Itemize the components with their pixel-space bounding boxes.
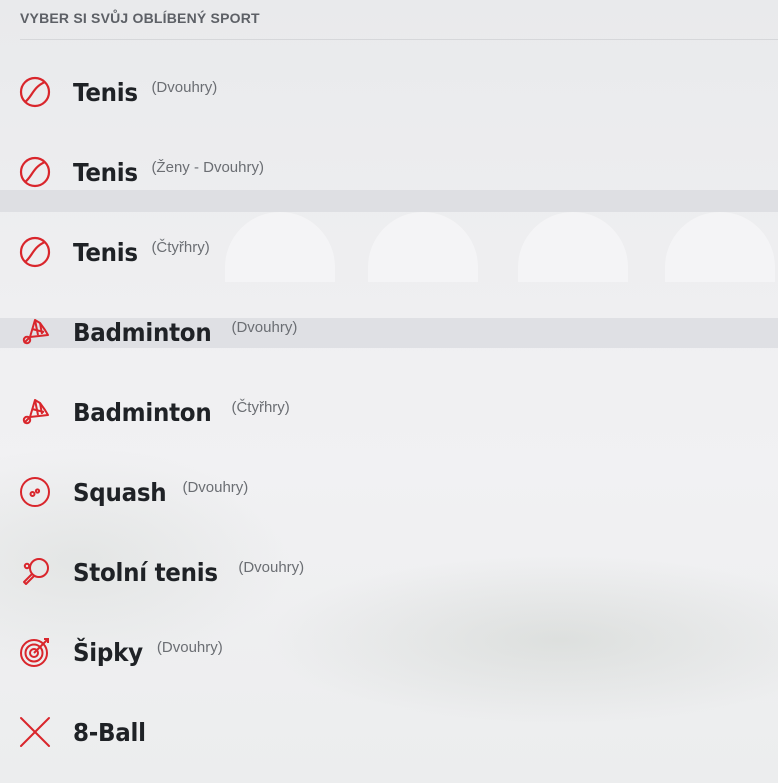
sport-item[interactable]: Squash (Dvouhry) [0,452,778,532]
sport-item[interactable]: Tenis (Dvouhry) [0,52,778,132]
section-title: VYBER SI SVŮJ OBLÍBENÝ SPORT [20,10,260,26]
sport-item[interactable]: Badminton (Čtyřhry) [0,372,778,452]
sport-variant: (Čtyřhry) [231,398,290,416]
shuttlecock-icon [18,315,52,349]
sport-name: Šipky [73,637,143,667]
sport-name: 8-Ball [73,717,146,747]
crossed-cues-icon [18,715,52,749]
sport-variant: (Dvouhry) [182,478,249,496]
sport-variant: (Dvouhry) [231,318,298,336]
table-tennis-paddle-icon [18,555,52,589]
sport-item[interactable]: Badminton (Dvouhry) [0,292,778,372]
sport-variant: (Ženy - Dvouhry) [151,158,264,176]
sport-variant: (Dvouhry) [238,558,305,576]
sport-name: Tenis [73,157,138,187]
sport-name: Badminton [73,317,212,347]
sport-item[interactable]: Tenis (Čtyřhry) [0,212,778,292]
sport-name: Stolní tenis [73,557,218,587]
sport-name: Tenis [73,77,138,107]
sport-name: Squash [73,477,167,507]
dartboard-icon [18,635,52,669]
sport-variant: (Dvouhry) [151,78,218,96]
sport-variant: (Čtyřhry) [151,238,210,256]
sport-item[interactable]: Tenis (Ženy - Dvouhry) [0,132,778,212]
tennis-ball-icon [18,155,52,189]
tennis-ball-icon [18,235,52,269]
sport-name: Tenis [73,237,138,267]
sport-list: Tenis (Dvouhry) Tenis (Ženy - Dvouhry) Ten… [0,52,778,772]
sport-name: Badminton [73,397,212,427]
tennis-ball-icon [18,75,52,109]
section-header: VYBER SI SVŮJ OBLÍBENÝ SPORT [20,10,778,40]
shuttlecock-icon [18,395,52,429]
sport-item[interactable]: 8-Ball [0,692,778,772]
sport-variant: (Dvouhry) [156,638,223,656]
sport-item[interactable]: Stolní tenis (Dvouhry) [0,532,778,612]
squash-ball-icon [18,475,52,509]
sport-item[interactable]: Šipky (Dvouhry) [0,612,778,692]
